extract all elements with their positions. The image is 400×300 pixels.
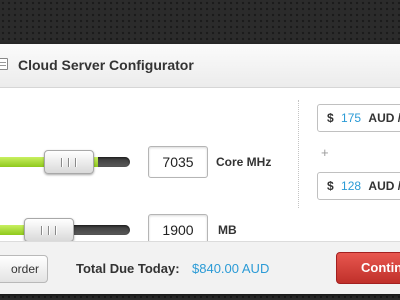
grip-line xyxy=(75,158,76,167)
grip-line xyxy=(61,158,62,167)
memory-unit-label: MB xyxy=(218,223,237,237)
cpu-price-code: AUD / xyxy=(368,111,400,125)
panel-header: Cloud Server Configurator xyxy=(0,44,400,88)
document-icon xyxy=(0,58,8,70)
configurator-panel: Cloud Server Configurator 7035 Core MHz … xyxy=(0,44,400,294)
panel-footer: order Total Due Today: $840.00 AUD Conti… xyxy=(0,241,400,294)
cpu-price-currency: $ xyxy=(327,111,334,125)
memory-price-amount: 128 xyxy=(341,179,362,193)
grip-line xyxy=(41,226,42,235)
memory-slider-handle[interactable] xyxy=(24,218,74,242)
cpu-mhz-input[interactable]: 7035 xyxy=(148,146,208,178)
order-button[interactable]: order xyxy=(0,255,48,283)
grip-line xyxy=(55,226,56,235)
grip-line xyxy=(68,158,69,167)
continue-button[interactable]: Contin xyxy=(336,252,400,284)
page-title: Cloud Server Configurator xyxy=(18,57,194,73)
total-due-value: $840.00 AUD xyxy=(192,261,270,276)
cpu-price-box: $ 175 AUD / xyxy=(317,104,400,132)
cpu-slider-handle[interactable] xyxy=(44,150,94,174)
memory-price-currency: $ xyxy=(327,179,334,193)
memory-price-box: $ 128 AUD / xyxy=(317,172,400,200)
column-divider xyxy=(298,100,299,208)
cpu-unit-label: Core MHz xyxy=(216,155,272,169)
plus-sign: + xyxy=(321,145,329,160)
total-due-label: Total Due Today: xyxy=(76,261,180,276)
grip-line xyxy=(48,226,49,235)
cpu-price-amount: 175 xyxy=(341,111,362,125)
memory-price-code: AUD / xyxy=(368,179,400,193)
